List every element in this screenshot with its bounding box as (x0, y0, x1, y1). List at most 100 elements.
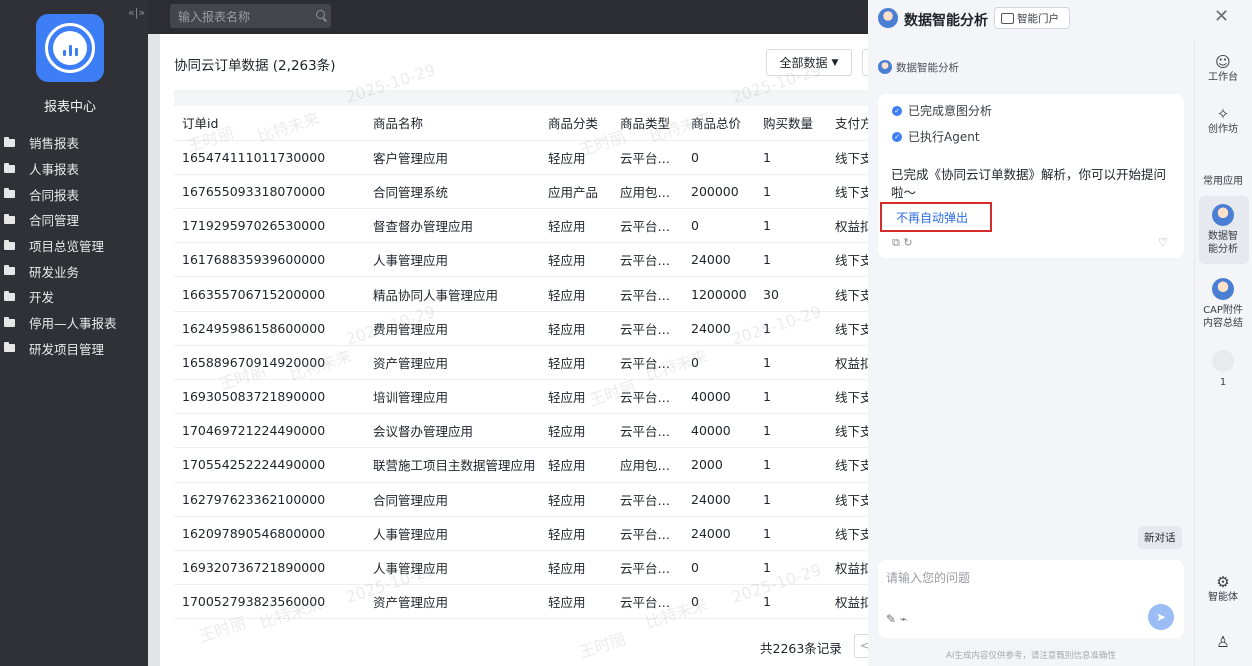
cell-product-name: 培训管理应用 (365, 379, 540, 415)
sidebar-item-hr[interactable]: 人事报表 (0, 156, 117, 182)
cell-order-id: 161768835939600000 (174, 242, 365, 278)
folder-icon (4, 342, 15, 353)
sidebar-item-dev[interactable]: 开发 (0, 284, 117, 310)
col-header-order-id[interactable]: 订单id (174, 106, 365, 141)
step-item: ✓ 已执行Agent (892, 128, 980, 145)
cell-category: 轻应用 (540, 345, 612, 381)
table-row[interactable]: 169320736721890000 人事管理应用 轻应用 云平台… 0 1 权益扣 (174, 550, 884, 586)
question-input[interactable]: 请输入您的问题 ✎ ⌁ ➤ (878, 560, 1184, 638)
cell-product-name: 费用管理应用 (365, 311, 540, 346)
total-records: 共2263条记录 (760, 641, 842, 656)
folder-icon (4, 188, 15, 199)
table-row[interactable]: 169305083721890000 培训管理应用 轻应用 云平台… 40000 1 线下支 (174, 379, 884, 415)
assistant-avatar-icon (878, 60, 892, 74)
table-row[interactable]: 162097890546800000 人事管理应用 轻应用 云平台… 24000 1 线下支 (174, 516, 884, 551)
col-header-quantity[interactable]: 购买数量 (755, 106, 827, 141)
folder-icon (4, 162, 15, 173)
col-header-total-price[interactable]: 商品总价 (683, 106, 755, 141)
rail-agent[interactable]: ⚙ 智能体 (1195, 575, 1251, 604)
cell-product-name: 人事管理应用 (365, 242, 540, 278)
table-row[interactable]: 166355706715200000 精品协同人事管理应用 轻应用 云平台… 12000… (174, 276, 884, 312)
check-circle-icon: ✓ (892, 105, 902, 116)
table-row[interactable]: 170469721224490000 会议督办管理应用 轻应用 云平台… 40000 1 线… (174, 413, 884, 449)
cell-quantity: 1 (755, 413, 827, 449)
cell-type: 云平台… (612, 413, 683, 449)
cell-product-name: 联营施工项目主数据管理应用 (365, 447, 540, 483)
cell-order-id: 162097890546800000 (174, 516, 365, 551)
cell-type: 云平台… (612, 276, 683, 312)
sidebar-item-contract-report[interactable]: 合同报表 (0, 181, 117, 207)
dislike-icon[interactable]: ♡ (1158, 236, 1168, 249)
cell-total-price: 0 (683, 140, 755, 175)
cell-type: 云平台… (612, 242, 683, 278)
cell-category: 轻应用 (540, 311, 612, 346)
table-row[interactable]: 170554252224490000 联营施工项目主数据管理应用 轻应用 应用包… 20… (174, 447, 884, 483)
cell-type: 云平台… (612, 482, 683, 517)
cell-product-name: 客户管理应用 (365, 140, 540, 175)
ai-disclaimer: AI生成内容仅供参考，请注意甄别信息准确性 (946, 651, 1116, 661)
assistant-avatar-icon (878, 8, 898, 28)
table-row[interactable]: 162797623362100000 合同管理应用 轻应用 云平台… 24000 1 线下支 (174, 482, 884, 517)
portal-icon (1001, 12, 1014, 24)
rail-extra-app[interactable]: 1 (1195, 350, 1251, 389)
table-row[interactable]: 162495986158600000 费用管理应用 轻应用 云平台… 24000 1 线下支 (174, 311, 884, 346)
new-chat-button[interactable]: 新对话 (1138, 526, 1182, 549)
col-header-category[interactable]: 商品分类 (540, 106, 612, 141)
table-row[interactable]: 165889670914920000 资产管理应用 轻应用 云平台… 0 1 权益扣 (174, 345, 884, 381)
cell-type: 云平台… (612, 311, 683, 346)
cell-category: 轻应用 (540, 447, 612, 483)
cell-type: 云平台… (612, 584, 683, 620)
cell-category: 轻应用 (540, 208, 612, 244)
no-auto-popup-link[interactable]: 不再自动弹出 (880, 202, 992, 232)
col-header-product-name[interactable]: 商品名称 (365, 106, 540, 141)
col-header-type[interactable]: 商品类型 (612, 106, 683, 141)
table-row[interactable]: 165474111011730000 客户管理应用 轻应用 云平台… 0 1 线下支 (174, 140, 884, 175)
table-row[interactable]: 167655093318070000 合同管理系统 应用产品 应用包… 200000 1 线… (174, 174, 884, 210)
folder-icon (4, 136, 15, 147)
cell-total-price: 40000 (683, 379, 755, 415)
cell-type: 应用包… (612, 447, 683, 483)
rail-workshop[interactable]: ✧ 创作坊 (1195, 107, 1251, 136)
chat-area: 数据智能分析 ✓ 已完成意图分析 ✓ 已执行Agent 已完成《协同云订单数据》解析… (868, 38, 1194, 666)
cap-avatar-icon (1212, 278, 1234, 300)
cell-quantity: 1 (755, 550, 827, 586)
table-row[interactable]: 171929597026530000 督查督办管理应用 轻应用 云平台… 0 1 权益扣 (174, 208, 884, 244)
cell-order-id: 162495986158600000 (174, 311, 365, 346)
rail-cap-summary[interactable]: CAP附件内容总结 (1195, 278, 1251, 330)
sidebar-item-disabled-hr[interactable]: 停用—人事报表 (0, 310, 117, 336)
cell-quantity: 1 (755, 242, 827, 278)
copy-refresh-icons[interactable]: ⧉ ↻ (892, 236, 913, 250)
cell-category: 轻应用 (540, 379, 612, 415)
report-search-input[interactable]: 输入报表名称 (170, 4, 331, 28)
cell-type: 云平台… (612, 208, 683, 244)
cell-type: 云平台… (612, 379, 683, 415)
collapse-icon[interactable]: «|» (128, 6, 145, 19)
data-filter-dropdown[interactable]: 全部数据 ▼ (766, 49, 852, 76)
step-item: ✓ 已完成意图分析 (892, 102, 992, 119)
cell-category: 轻应用 (540, 584, 612, 620)
sidebar-item-contract-mgmt[interactable]: 合同管理 (0, 207, 117, 233)
cell-order-id: 162797623362100000 (174, 482, 365, 517)
cell-total-price: 200000 (683, 174, 755, 210)
report-center-logo[interactable] (36, 14, 104, 82)
cell-order-id: 165889670914920000 (174, 345, 365, 381)
cell-quantity: 1 (755, 174, 827, 210)
close-icon[interactable]: ✕ (1214, 6, 1229, 27)
sidebar-item-sales[interactable]: 销售报表 (0, 130, 117, 156)
sidebar-item-rnd[interactable]: 研发业务 (0, 258, 117, 284)
smart-portal-button[interactable]: 智能门户 (994, 7, 1070, 29)
table-row[interactable]: 170052793823560000 资产管理应用 轻应用 云平台… 0 1 权益扣 (174, 584, 884, 620)
input-tools-icons[interactable]: ✎ ⌁ (886, 612, 907, 626)
report-card: 协同云订单数据 (2,263条) 全部数据 ▼ 订单id 商品名称 商品分类 商… (160, 34, 884, 666)
cell-category: 轻应用 (540, 550, 612, 586)
cell-category: 轻应用 (540, 413, 612, 449)
table-row[interactable]: 161768835939600000 人事管理应用 轻应用 云平台… 24000 1 线下支 (174, 242, 884, 278)
sidebar-item-project-overview[interactable]: 项目总览管理 (0, 233, 117, 259)
rail-workbench[interactable]: ☺ 工作台 (1195, 55, 1251, 84)
rail-user[interactable]: ♙ (1195, 635, 1251, 651)
send-icon[interactable]: ➤ (1148, 604, 1174, 630)
search-icon[interactable] (316, 10, 325, 19)
sidebar-item-rnd-project[interactable]: 研发项目管理 (0, 336, 117, 362)
cell-product-name: 合同管理应用 (365, 482, 540, 517)
rail-data-analysis[interactable]: 数据智能分析 (1195, 204, 1251, 256)
